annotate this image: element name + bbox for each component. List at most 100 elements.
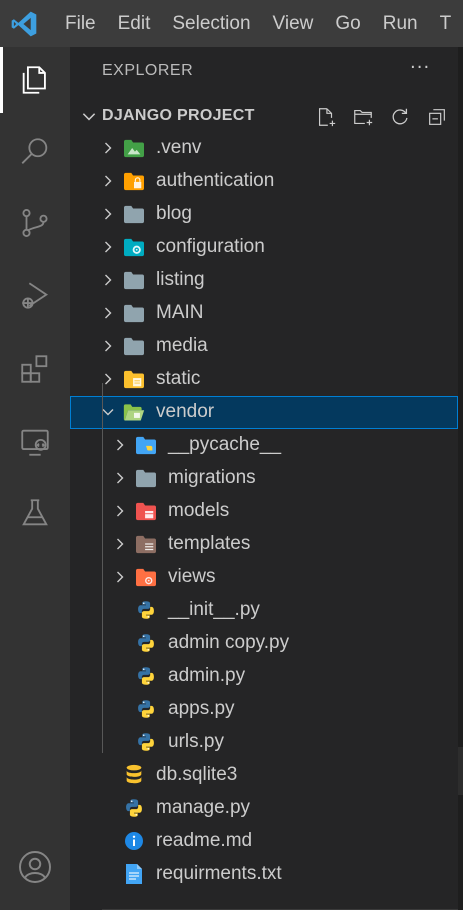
chevron-right-icon[interactable] — [112, 470, 128, 486]
accounts-icon[interactable] — [0, 834, 70, 900]
title-bar: File Edit Selection View Go Run T — [0, 0, 463, 47]
refresh-icon[interactable] — [388, 105, 412, 129]
folder-open-vendor-icon — [123, 401, 145, 423]
tree-item-label: __init__.py — [168, 599, 260, 620]
indent-guide — [102, 383, 103, 753]
chevron-right-icon[interactable] — [112, 536, 128, 552]
tree-item-label: configuration — [156, 236, 265, 257]
new-folder-icon[interactable] — [351, 105, 375, 129]
explorer-icon[interactable] — [0, 47, 70, 113]
folder-row[interactable]: MAIN — [70, 297, 458, 330]
tree-item-label: manage.py — [156, 797, 251, 818]
folder-row[interactable]: __pycache__ — [70, 429, 458, 462]
chevron-right-icon[interactable] — [100, 239, 116, 255]
workspace-section-header[interactable]: DJANGO PROJECT — [70, 101, 458, 131]
collapse-all-icon[interactable] — [425, 105, 449, 129]
menu-edit[interactable]: Edit — [107, 0, 162, 47]
editor-edge — [458, 47, 463, 910]
folder-icon — [123, 335, 145, 357]
remote-explorer-icon[interactable] — [0, 409, 70, 475]
menu-run[interactable]: Run — [372, 0, 429, 47]
folder-row[interactable]: listing — [70, 264, 458, 297]
folder-row[interactable]: .venv — [70, 132, 458, 165]
folder-views-icon — [135, 566, 157, 588]
menu-terminal[interactable]: T — [429, 0, 463, 47]
file-row[interactable]: readme.md — [70, 825, 458, 858]
tree-item-label: MAIN — [156, 302, 204, 323]
folder-row[interactable]: migrations — [70, 462, 458, 495]
tree-item-label: .venv — [156, 137, 202, 158]
tree-item-label: views — [168, 566, 216, 587]
chevron-down-icon — [80, 107, 98, 129]
folder-row[interactable]: media — [70, 330, 458, 363]
file-row[interactable]: admin.py — [70, 660, 458, 693]
folder-row[interactable]: vendor — [70, 396, 458, 429]
tree-item-label: static — [156, 368, 201, 389]
menu-go[interactable]: Go — [324, 0, 371, 47]
folder-row[interactable]: views — [70, 561, 458, 594]
testing-icon[interactable] — [0, 480, 70, 546]
chevron-right-icon[interactable] — [112, 569, 128, 585]
tree-item-label: admin copy.py — [168, 632, 290, 653]
tree-item-label: listing — [156, 269, 205, 290]
tree-item-label: blog — [156, 203, 192, 224]
tree-item-label: apps.py — [168, 698, 235, 719]
tree-item-label: templates — [168, 533, 251, 554]
folder-config-icon — [123, 236, 145, 258]
file-row[interactable]: requirments.txt — [70, 858, 458, 891]
tree-item-label: requirments.txt — [156, 863, 282, 884]
file-row[interactable]: manage.py — [70, 792, 458, 825]
folder-row[interactable]: templates — [70, 528, 458, 561]
menu-file[interactable]: File — [47, 0, 107, 47]
menu-view[interactable]: View — [262, 0, 325, 47]
file-row[interactable]: apps.py — [70, 693, 458, 726]
extensions-icon[interactable] — [0, 336, 70, 402]
tree-item-label: admin.py — [168, 665, 246, 686]
folder-row[interactable]: authentication — [70, 165, 458, 198]
file-row[interactable]: urls.py — [70, 726, 458, 759]
folder-row[interactable]: blog — [70, 198, 458, 231]
chevron-right-icon[interactable] — [100, 173, 116, 189]
file-row[interactable]: __init__.py — [70, 594, 458, 627]
menu-bar: File Edit Selection View Go Run T — [47, 0, 462, 47]
more-actions-button[interactable]: ··· — [410, 57, 430, 78]
folder-icon — [135, 467, 157, 489]
chevron-right-icon[interactable] — [100, 272, 116, 288]
tree-item-label: vendor — [156, 401, 215, 422]
tree-item-label: authentication — [156, 170, 275, 191]
search-icon[interactable] — [0, 119, 70, 185]
activity-bar — [0, 47, 70, 910]
folder-row[interactable]: models — [70, 495, 458, 528]
folder-row[interactable]: static — [70, 363, 458, 396]
tree-item-label: db.sqlite3 — [156, 764, 238, 785]
new-file-icon[interactable] — [314, 105, 338, 129]
tree-item-label: models — [168, 500, 230, 521]
scroll-mark — [458, 747, 463, 795]
tree-item-label: readme.md — [156, 830, 253, 851]
vscode-logo-icon — [0, 0, 47, 47]
file-row[interactable]: admin copy.py — [70, 627, 458, 660]
folder-models-icon — [135, 500, 157, 522]
file-row[interactable]: db.sqlite3 — [70, 759, 458, 792]
folder-icon — [123, 203, 145, 225]
folder-templates-icon — [135, 533, 157, 555]
chevron-right-icon[interactable] — [100, 140, 116, 156]
chevron-right-icon[interactable] — [100, 338, 116, 354]
text-file-icon — [123, 863, 145, 885]
chevron-right-icon[interactable] — [100, 305, 116, 321]
workspace-title: DJANGO PROJECT — [102, 107, 255, 124]
chevron-right-icon[interactable] — [112, 437, 128, 453]
folder-lock-icon — [123, 170, 145, 192]
explorer-title: EXPLORER — [102, 62, 194, 79]
folder-icon — [123, 269, 145, 291]
chevron-right-icon[interactable] — [112, 503, 128, 519]
run-debug-icon[interactable] — [0, 263, 70, 329]
python-file-icon — [123, 797, 145, 819]
folder-row[interactable]: configuration — [70, 231, 458, 264]
menu-selection[interactable]: Selection — [161, 0, 261, 47]
info-icon — [123, 830, 145, 852]
source-control-icon[interactable] — [0, 190, 70, 256]
python-file-icon — [135, 632, 157, 654]
folder-icon — [123, 302, 145, 324]
chevron-right-icon[interactable] — [100, 206, 116, 222]
